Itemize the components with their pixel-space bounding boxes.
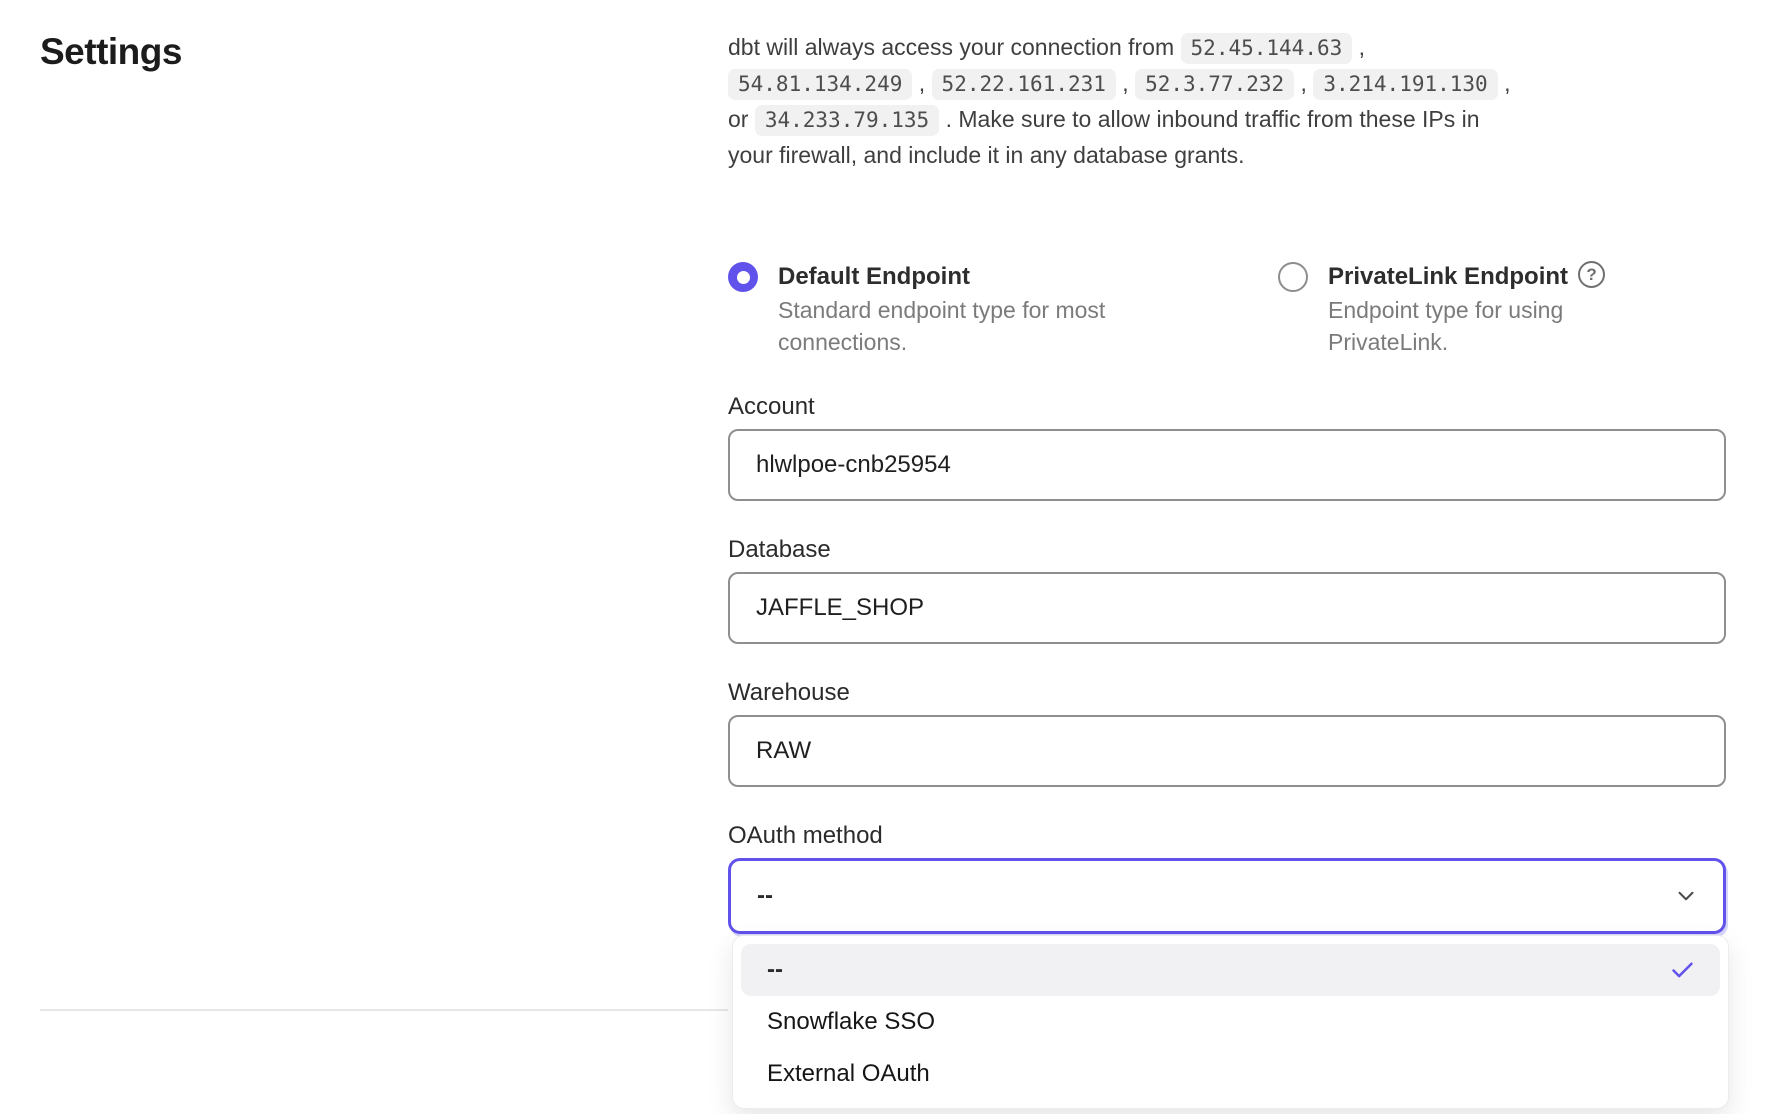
settings-page: Settings dbt will always access your con… xyxy=(0,0,1770,1114)
ip-address-chip: 3.214.191.130 xyxy=(1313,69,1497,100)
note-text: , xyxy=(1352,34,1365,60)
account-input[interactable] xyxy=(728,429,1726,501)
radio-unselected-icon xyxy=(1278,262,1308,292)
radio-label: PrivateLink Endpoint xyxy=(1328,261,1568,292)
database-input[interactable] xyxy=(728,572,1726,644)
page-title: Settings xyxy=(40,30,182,74)
ip-address-chip: 52.45.144.63 xyxy=(1181,33,1353,64)
option-label: External OAuth xyxy=(767,1060,930,1088)
oauth-method-dropdown: -- Snowflake SSO External OAuth xyxy=(732,935,1729,1109)
oauth-method-label: OAuth method xyxy=(728,821,1726,851)
note-text: , xyxy=(1116,70,1135,96)
oauth-method-select[interactable]: -- xyxy=(728,858,1726,934)
endpoint-type-radio-group: Default Endpoint Standard endpoint type … xyxy=(728,261,1726,358)
ip-address-chip: 34.233.79.135 xyxy=(755,105,939,136)
chevron-down-icon xyxy=(1673,883,1699,909)
ip-allowlist-note: dbt will always access your connection f… xyxy=(728,30,1523,173)
note-text: , xyxy=(1294,70,1313,96)
account-label: Account xyxy=(728,392,1726,422)
connection-settings-section: dbt will always access your connection f… xyxy=(728,30,1726,934)
check-icon xyxy=(1669,957,1696,984)
dropdown-option-none[interactable]: -- xyxy=(741,944,1720,996)
option-label: Snowflake SSO xyxy=(767,1008,935,1036)
oauth-method-field: OAuth method -- xyxy=(728,821,1726,934)
ip-address-chip: 52.22.161.231 xyxy=(932,69,1116,100)
warehouse-field: Warehouse xyxy=(728,678,1726,787)
ip-address-chip: 52.3.77.232 xyxy=(1135,69,1294,100)
account-field: Account xyxy=(728,392,1726,501)
oauth-method-value: -- xyxy=(757,882,773,910)
radio-description: Standard endpoint type for most connecti… xyxy=(778,294,1123,358)
section-divider xyxy=(40,1009,728,1011)
note-text: dbt will always access your connection f… xyxy=(728,34,1181,60)
radio-privatelink-endpoint[interactable]: PrivateLink Endpoint ? Endpoint type for… xyxy=(1278,261,1726,358)
note-text: , xyxy=(912,70,931,96)
database-label: Database xyxy=(728,535,1726,565)
radio-description: Endpoint type for using PrivateLink. xyxy=(1328,294,1583,358)
database-field: Database xyxy=(728,535,1726,644)
radio-default-endpoint[interactable]: Default Endpoint Standard endpoint type … xyxy=(728,261,1278,358)
dropdown-option-external-oauth[interactable]: External OAuth xyxy=(741,1048,1720,1100)
radio-label: Default Endpoint xyxy=(778,263,970,290)
dropdown-option-snowflake-sso[interactable]: Snowflake SSO xyxy=(741,996,1720,1048)
warehouse-input[interactable] xyxy=(728,715,1726,787)
help-circle-icon[interactable]: ? xyxy=(1578,261,1605,288)
option-label: -- xyxy=(767,956,783,984)
warehouse-label: Warehouse xyxy=(728,678,1726,708)
ip-address-chip: 54.81.134.249 xyxy=(728,69,912,100)
radio-selected-icon xyxy=(728,262,758,292)
